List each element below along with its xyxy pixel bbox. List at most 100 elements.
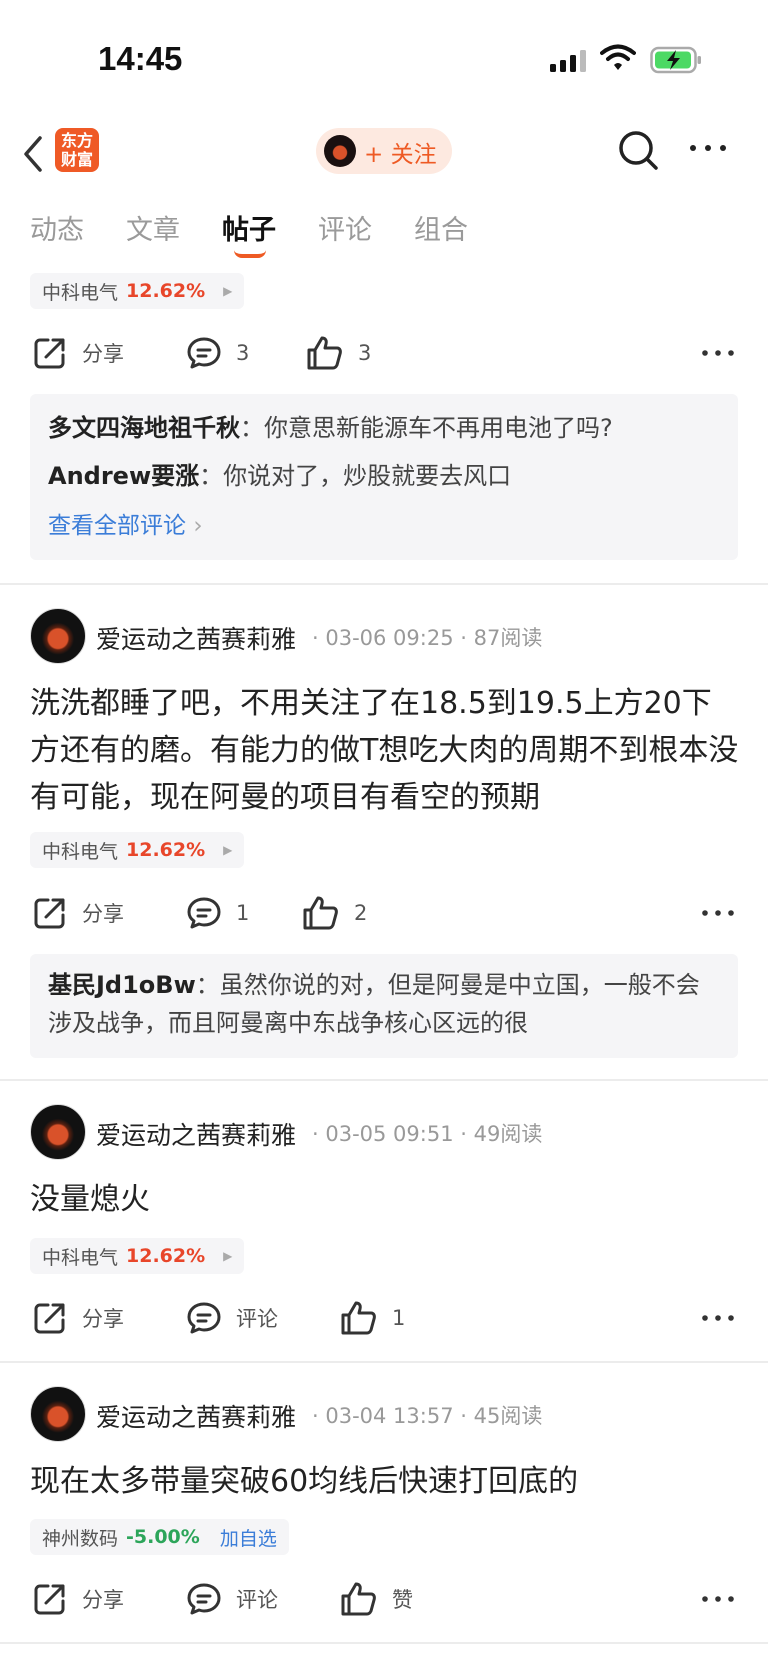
thumbs-up-icon	[303, 896, 338, 930]
active-tab-indicator	[234, 250, 266, 258]
stock-tag[interactable]: 中科电气 12.62% ▶	[30, 832, 245, 868]
post-meta: · 03-05 09:51 · 49阅读	[312, 1122, 543, 1146]
stock-tag[interactable]: 中科电气 12.62% ▶	[30, 1238, 245, 1274]
tab-articles[interactable]: 文章	[126, 208, 180, 247]
add-to-watchlist-button[interactable]: 加自选	[220, 1524, 277, 1551]
status-time: 14:45	[98, 40, 183, 77]
play-arrow-icon: ▶	[223, 843, 233, 857]
comment-author[interactable]: Andrew要涨	[48, 462, 199, 490]
comment-count: 1	[236, 901, 250, 925]
stock-change: 12.62%	[126, 280, 206, 302]
tab-dynamic[interactable]: 动态	[30, 208, 84, 247]
search-icon[interactable]	[616, 128, 660, 172]
post-author[interactable]: 爱运动之茜赛莉雅	[96, 1116, 296, 1152]
like-button[interactable]: 赞	[340, 1575, 413, 1623]
stock-name: 神州数码	[42, 1527, 119, 1550]
post-content[interactable]: 洗洗都睡了吧，不用关注了在18.5到19.5上方20下方还有的磨。有能力的做T想…	[30, 680, 740, 821]
more-options-icon[interactable]	[700, 343, 736, 363]
post-header: 爱运动之茜赛莉雅 · 03-04 13:57 · 45阅读	[0, 1386, 768, 1442]
comment-author[interactable]: 多文四海地祖千秋	[48, 414, 240, 442]
comment-button[interactable]: 评论	[186, 1575, 278, 1623]
avatar[interactable]	[30, 1386, 86, 1442]
comment-bubble-icon	[187, 337, 221, 369]
divider	[0, 1361, 768, 1363]
post-action-bar: 分享 1 2	[0, 889, 768, 937]
post-action-bar: 分享 评论 1	[0, 1294, 768, 1342]
share-button[interactable]: 分享	[32, 329, 124, 377]
wifi-icon	[600, 44, 636, 70]
comment-count: 3	[236, 341, 250, 365]
follow-button[interactable]: + 关注	[316, 128, 452, 174]
tab-portfolio[interactable]: 组合	[414, 208, 468, 247]
stock-change: 12.62%	[126, 1245, 206, 1267]
post-meta: · 03-06 09:25 · 87阅读	[312, 626, 543, 650]
post-author[interactable]: 爱运动之茜赛莉雅	[96, 1398, 296, 1434]
like-button[interactable]: 2	[302, 889, 367, 937]
post-content[interactable]: 没量熄火	[30, 1176, 740, 1223]
play-arrow-icon: ▶	[223, 1249, 233, 1263]
post-header: 爱运动之茜赛莉雅 · 03-05 09:51 · 49阅读	[0, 1104, 768, 1160]
more-options-icon[interactable]	[700, 1308, 736, 1328]
more-options-icon[interactable]	[700, 1589, 736, 1609]
more-options-icon[interactable]	[700, 903, 736, 923]
share-label: 分享	[82, 342, 124, 366]
cellular-signal-icon	[550, 50, 586, 72]
comment-text: 你意思新能源车不再用电池了吗?	[264, 414, 613, 442]
user-avatar-small	[324, 135, 356, 167]
like-count: 1	[392, 1306, 406, 1330]
comment-bubble-icon	[187, 1583, 221, 1615]
app-logo[interactable]: 东方 财富	[55, 128, 99, 172]
stock-tag[interactable]: 中科电气 12.62% ▶	[30, 273, 245, 309]
comment-text: 你说对了，炒股就要去风口	[223, 462, 512, 490]
comments-preview: 多文四海地祖千秋：你意思新能源车不再用电池了吗? Andrew要涨：你说对了，炒…	[30, 394, 738, 560]
stock-change: 12.62%	[126, 839, 206, 861]
stock-name: 中科电气	[42, 840, 119, 863]
app-logo-line2: 财富	[60, 150, 93, 169]
comment-author[interactable]: 基民Jd1oBw	[48, 971, 196, 999]
comment-bubble-icon	[187, 1302, 221, 1334]
post-header: 爱运动之茜赛莉雅 · 03-06 09:25 · 87阅读	[0, 608, 768, 664]
share-icon	[34, 338, 65, 369]
post-action-bar: 分享 3 3	[0, 329, 768, 377]
stock-name: 中科电气	[42, 281, 119, 304]
back-arrow-icon[interactable]	[18, 132, 48, 178]
post-author[interactable]: 爱运动之茜赛莉雅	[96, 620, 296, 656]
like-button[interactable]: 3	[306, 329, 371, 377]
chevron-right-icon: ›	[193, 513, 203, 539]
comment-button[interactable]: 3	[186, 329, 249, 377]
stock-change: -5.00%	[126, 1526, 200, 1548]
view-all-comments-link[interactable]: 查看全部评论 ›	[48, 506, 720, 540]
top-nav-bar: 东方 财富 + 关注	[0, 120, 768, 200]
comments-preview: 基民Jd1oBw：虽然你说的对，但是阿曼是中立国，一般不会涉及战争，而且阿曼离中…	[30, 954, 738, 1058]
post-meta: · 03-04 13:57 · 45阅读	[312, 1404, 543, 1428]
battery-charging-icon	[650, 46, 701, 74]
share-button[interactable]: 分享	[32, 1575, 124, 1623]
thumbs-up-icon	[341, 1301, 376, 1335]
share-button[interactable]: 分享	[32, 889, 124, 937]
comment-button[interactable]: 评论	[186, 1294, 278, 1342]
comment-item[interactable]: 多文四海地祖千秋：你意思新能源车不再用电池了吗?	[48, 410, 720, 446]
post-content[interactable]: 现在太多带量突破60均线后快速打回底的	[30, 1458, 740, 1505]
avatar[interactable]	[30, 1104, 86, 1160]
like-count: 2	[354, 901, 368, 925]
share-label: 分享	[82, 902, 124, 926]
like-button[interactable]: 1	[340, 1294, 405, 1342]
comment-button[interactable]: 1	[186, 889, 249, 937]
share-icon	[34, 898, 65, 929]
comment-label: 评论	[236, 1307, 278, 1331]
stock-tag[interactable]: 神州数码 -5.00% 加自选	[30, 1519, 289, 1555]
comment-item[interactable]: 基民Jd1oBw：虽然你说的对，但是阿曼是中立国，一般不会涉及战争，而且阿曼离中…	[48, 966, 720, 1042]
share-button[interactable]: 分享	[32, 1294, 124, 1342]
tab-posts[interactable]: 帖子	[222, 208, 276, 247]
tab-comments[interactable]: 评论	[318, 208, 372, 247]
thumbs-up-icon	[307, 336, 342, 370]
more-options-icon[interactable]	[688, 138, 728, 158]
share-icon	[34, 1303, 65, 1334]
thumbs-up-icon	[341, 1582, 376, 1616]
view-all-label: 查看全部评论	[48, 513, 186, 539]
comment-item[interactable]: Andrew要涨：你说对了，炒股就要去风口	[48, 458, 720, 494]
avatar[interactable]	[30, 608, 86, 664]
share-label: 分享	[82, 1588, 124, 1612]
post-action-bar: 分享 评论 赞	[0, 1575, 768, 1623]
share-icon	[34, 1584, 65, 1615]
